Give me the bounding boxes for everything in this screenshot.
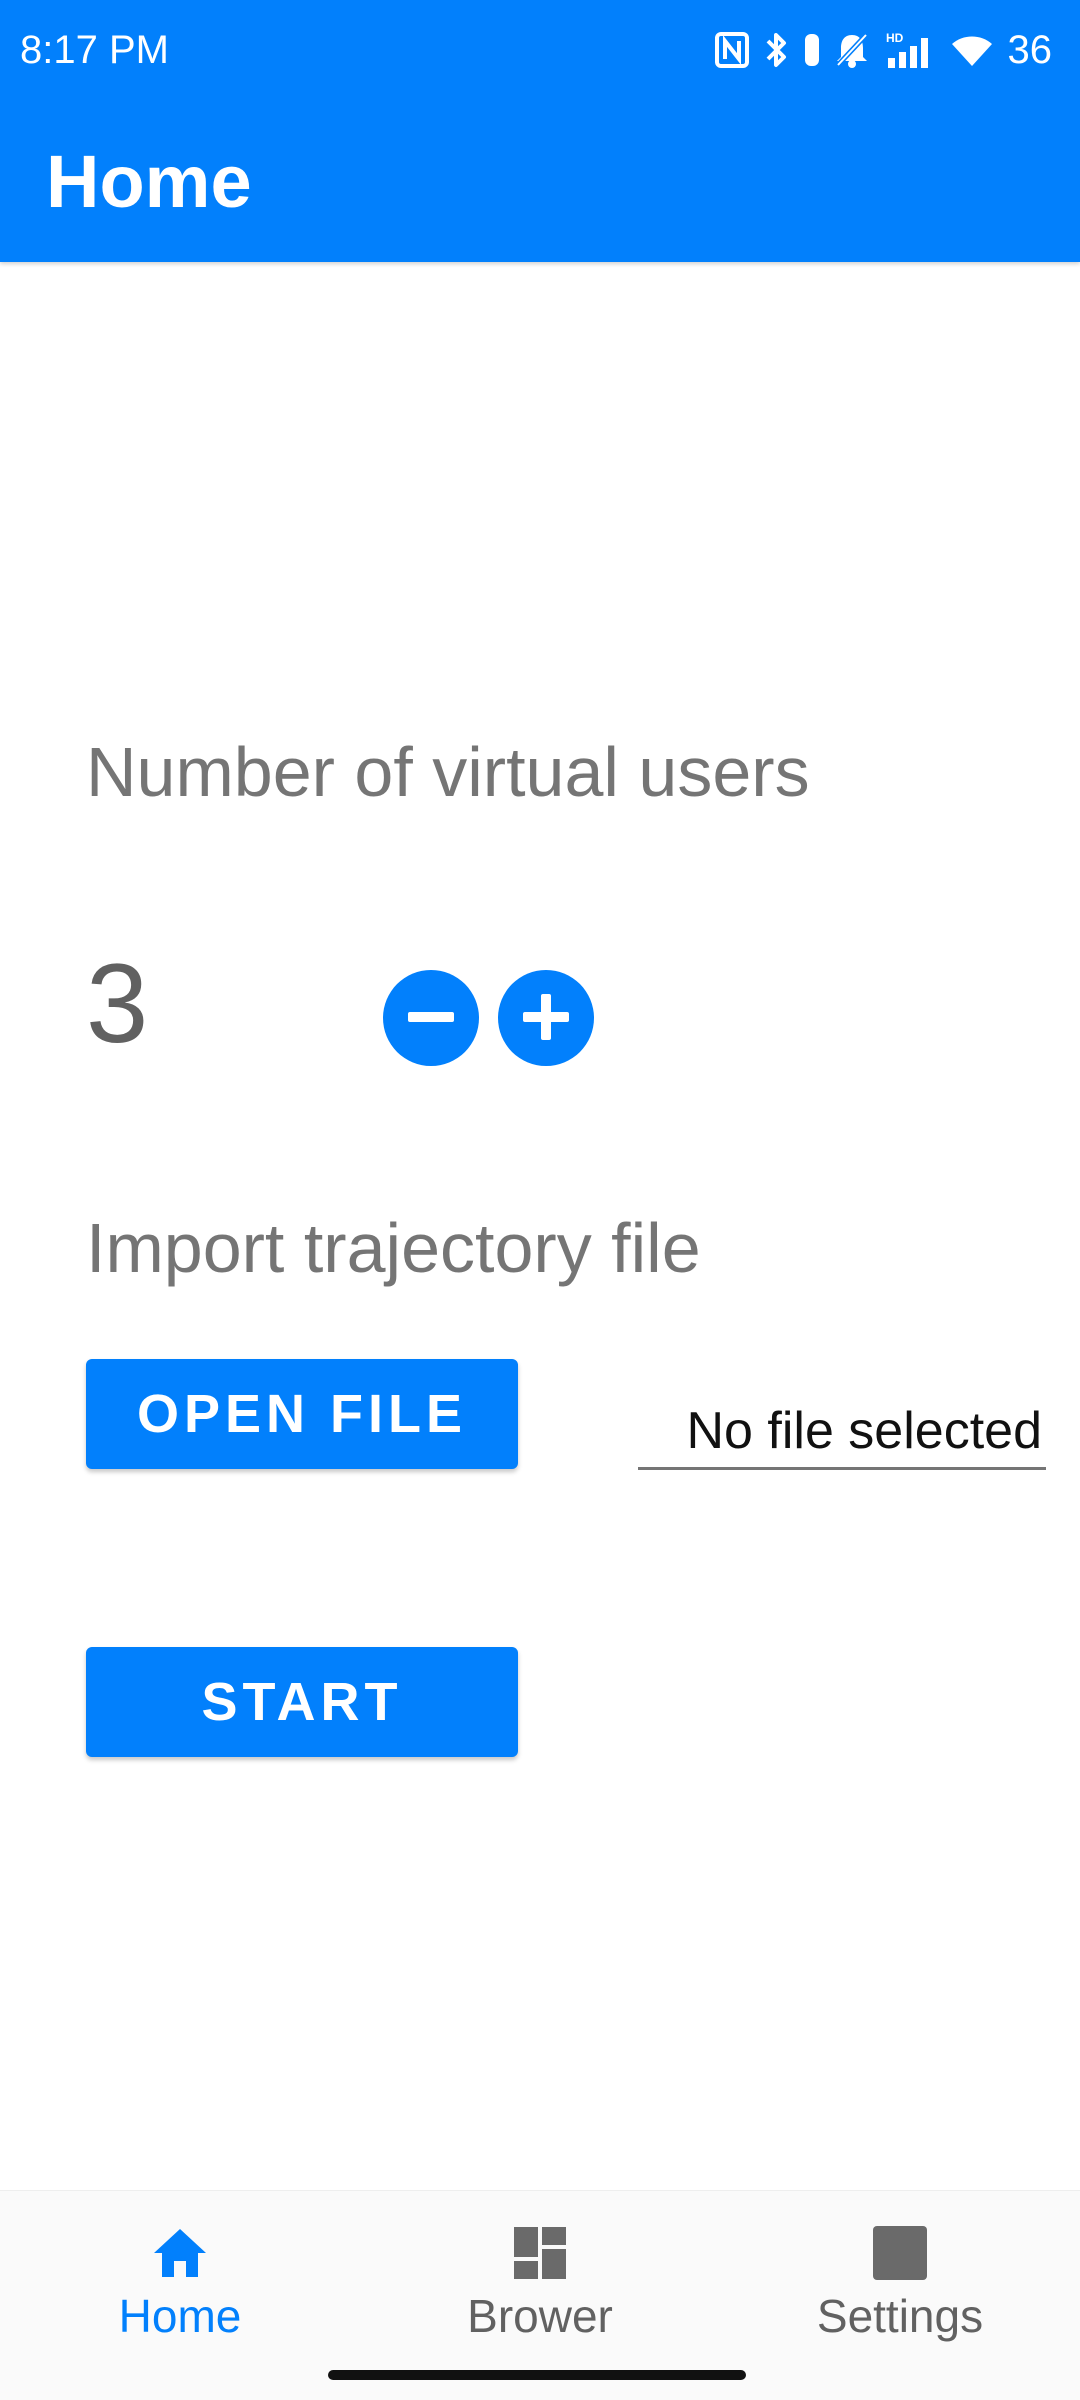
open-file-button[interactable]: OPEN FILE xyxy=(86,1359,518,1469)
nav-item-settings[interactable]: Settings xyxy=(720,2191,1080,2351)
nav-label-settings: Settings xyxy=(816,2290,984,2342)
increment-users-button[interactable] xyxy=(498,970,594,1066)
virtual-users-count: 3 xyxy=(86,941,149,1066)
home-icon xyxy=(148,2221,212,2285)
app-screen: 8:17 PM HD 36 Home Number of virtual use… xyxy=(0,0,1080,2400)
top-app-bar: 8:17 PM HD 36 Home xyxy=(0,0,1080,262)
wifi-icon xyxy=(950,32,994,68)
trajectory-file-label: Import trajectory file xyxy=(86,1209,701,1287)
decrement-users-button[interactable] xyxy=(383,970,479,1066)
minus-circle-icon xyxy=(406,992,456,1045)
page-title: Home xyxy=(46,140,252,223)
nav-item-brower[interactable]: Brower xyxy=(360,2191,720,2351)
bluetooth-icon xyxy=(764,30,790,70)
nfc-icon xyxy=(714,31,750,69)
svg-text:HD: HD xyxy=(886,31,904,45)
start-button[interactable]: START xyxy=(86,1647,518,1757)
virtual-users-label: Number of virtual users xyxy=(86,733,810,811)
status-bar: 8:17 PM HD 36 xyxy=(0,0,1080,100)
nav-item-home[interactable]: Home xyxy=(0,2191,360,2351)
plus-circle-icon xyxy=(521,992,571,1045)
square-icon xyxy=(868,2221,932,2285)
selected-file-text: No file selected xyxy=(686,1402,1042,1460)
battery-level: 36 xyxy=(1007,28,1053,72)
bottom-navigation: Home Brower Settings xyxy=(0,2190,1080,2400)
selected-file-field: No file selected xyxy=(638,1388,1046,1470)
nav-label-brower: Brower xyxy=(467,2290,613,2342)
status-time: 8:17 PM xyxy=(20,28,169,72)
dashboard-icon xyxy=(508,2221,572,2285)
vibrate-icon xyxy=(804,32,820,68)
cellular-signal-icon: HD xyxy=(884,30,936,70)
nav-label-home: Home xyxy=(118,2290,242,2342)
bell-off-icon xyxy=(834,31,870,69)
home-indicator[interactable] xyxy=(328,2370,746,2380)
status-icons: HD 36 xyxy=(714,26,1053,74)
